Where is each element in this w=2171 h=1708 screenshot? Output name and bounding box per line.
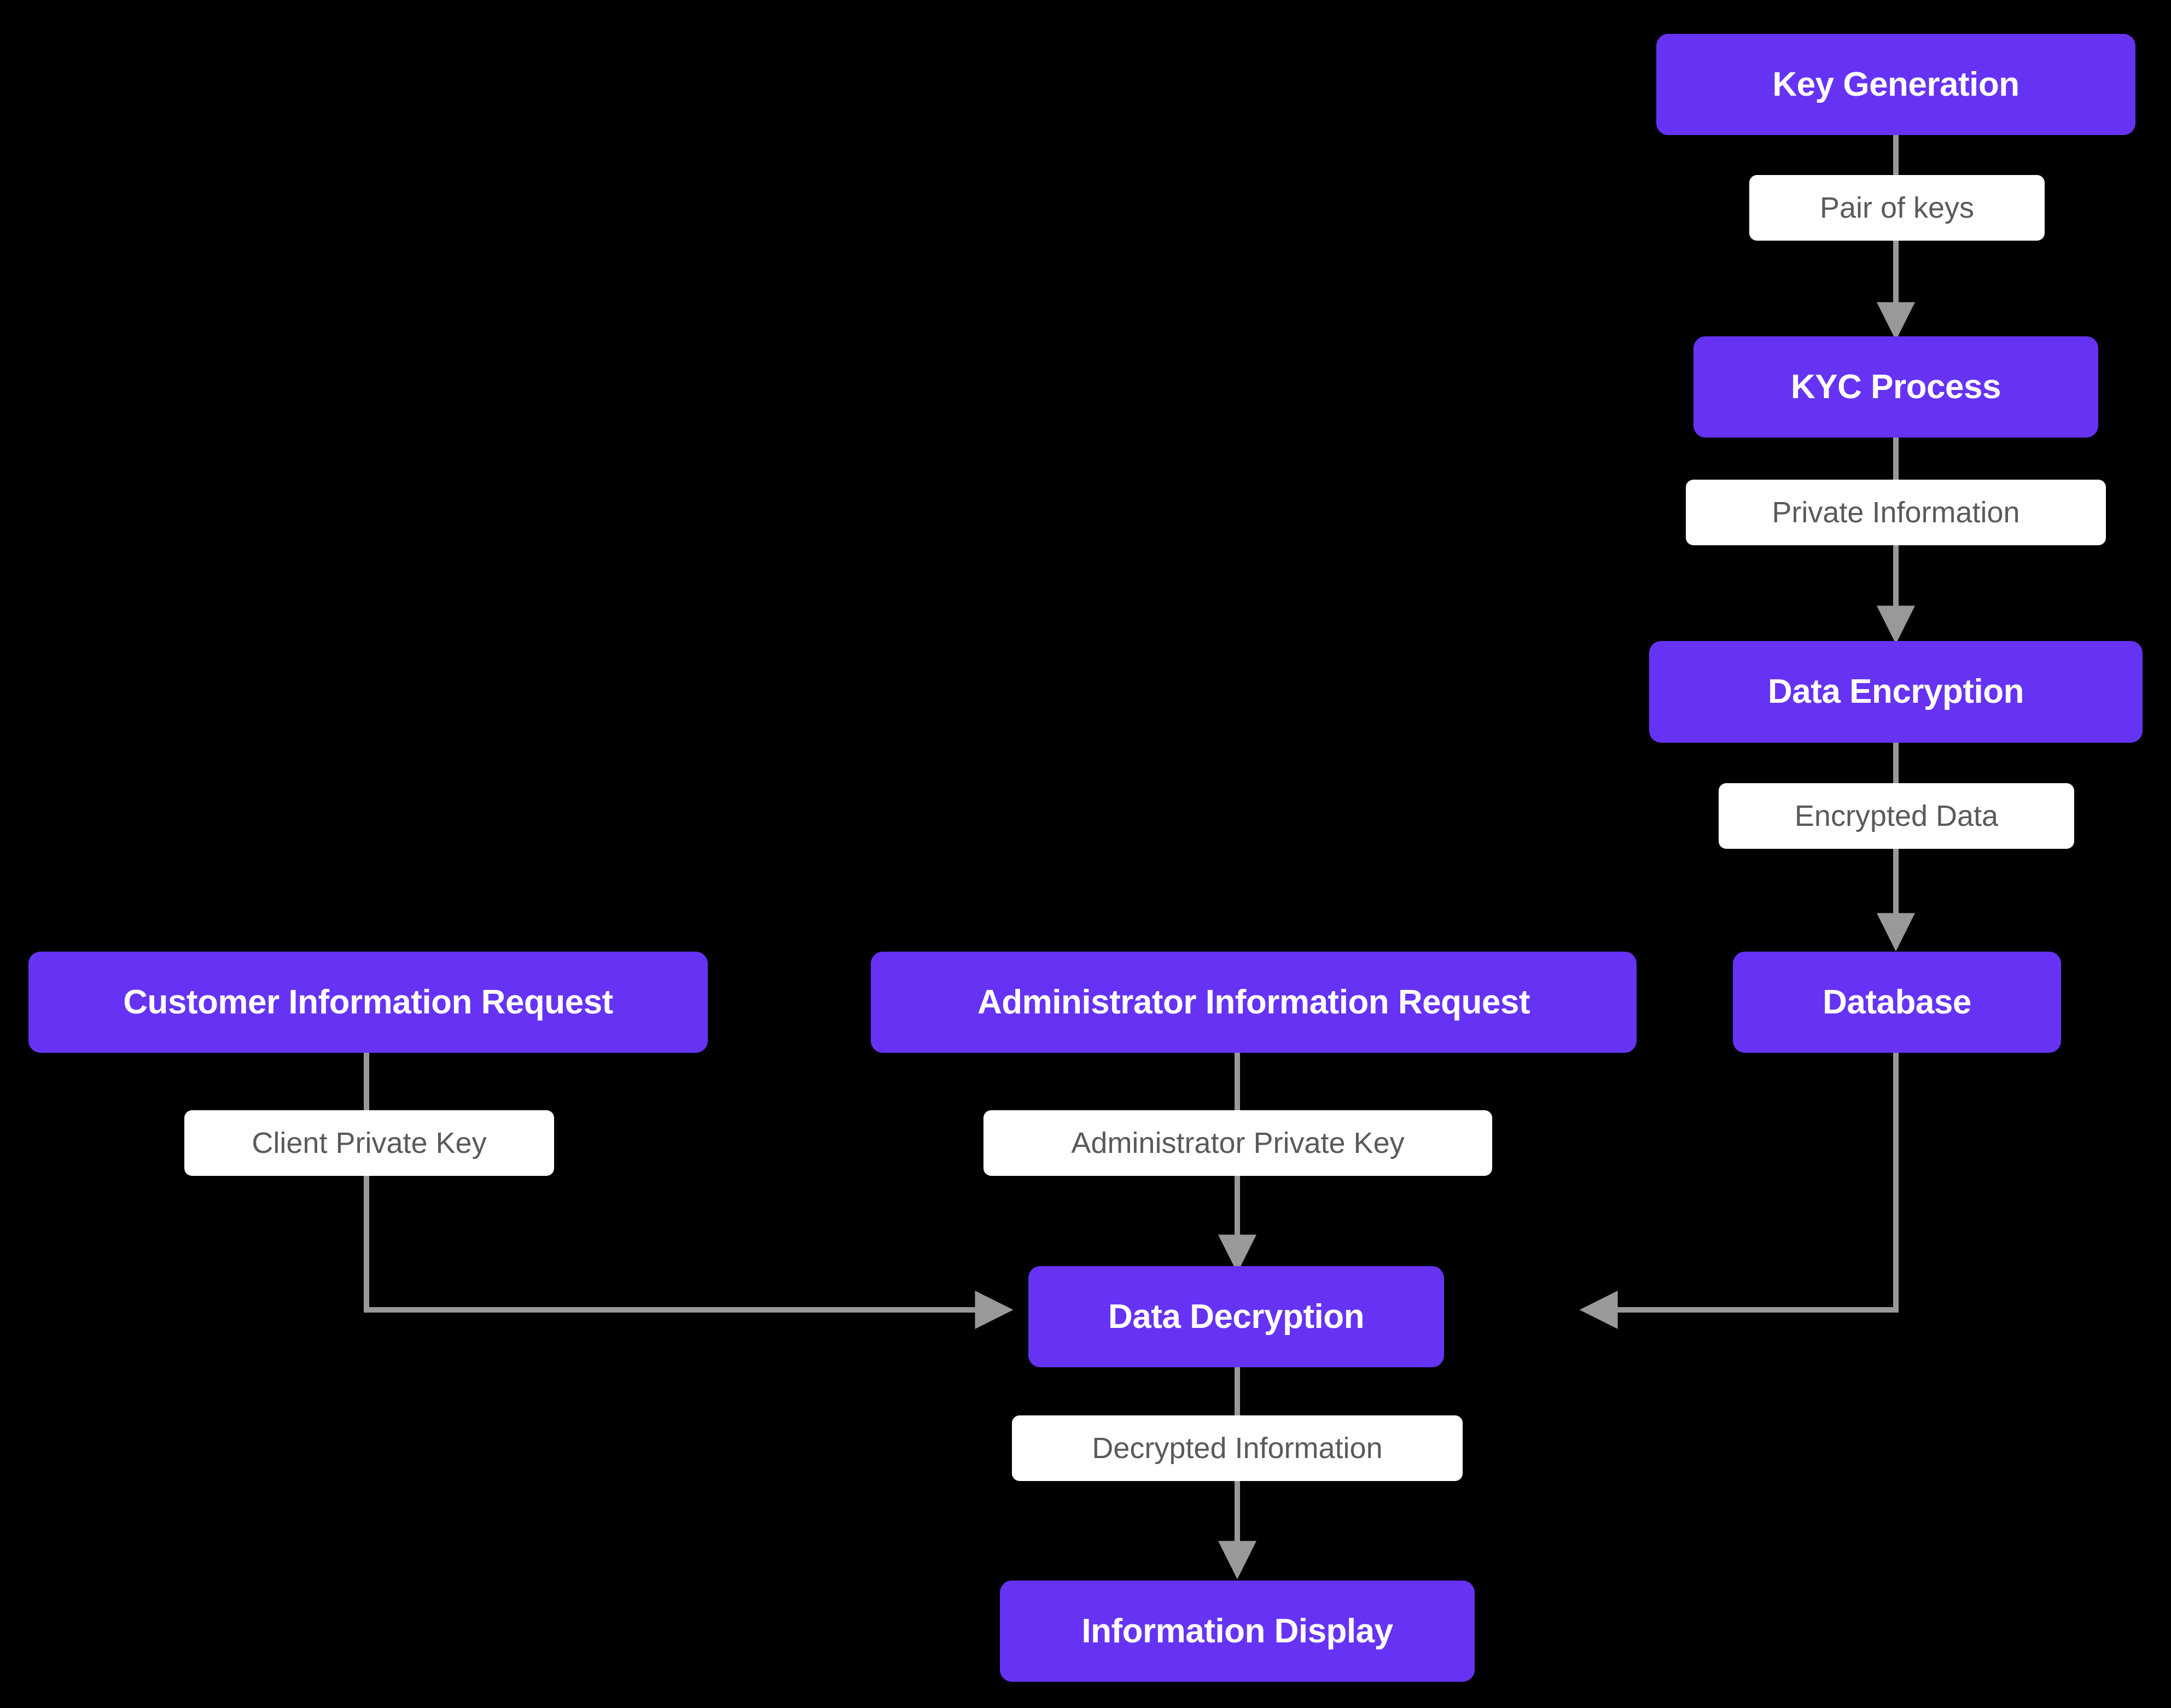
node-data-encryption-label: Data Encryption (1768, 673, 2024, 710)
edge-label-pair-of-keys-text: Pair of keys (1819, 191, 1975, 224)
edge-customer-request-to-data-decryption (364, 1053, 1014, 1329)
edge-label-administrator-private-key-text: Administrator Private Key (1071, 1127, 1405, 1159)
edge-label-private-information-text: Private Information (1772, 496, 2020, 529)
node-kyc-process[interactable]: KYC Process (1693, 336, 2098, 438)
node-data-decryption-label: Data Decryption (1108, 1297, 1364, 1336)
edge-label-administrator-private-key: Administrator Private Key (983, 1110, 1492, 1176)
node-customer-information-request-label: Customer Information Request (123, 983, 613, 1021)
node-data-decryption[interactable]: Data Decryption (1028, 1266, 1444, 1367)
edge-label-encrypted-data: Encrypted Data (1719, 783, 2074, 849)
node-administrator-information-request[interactable]: Administrator Information Request (871, 952, 1637, 1053)
edge-label-decrypted-information: Decrypted Information (1012, 1415, 1463, 1481)
edge-label-client-private-key-text: Client Private Key (252, 1127, 487, 1159)
node-key-generation[interactable]: Key Generation (1656, 34, 2135, 135)
edge-label-private-information: Private Information (1686, 480, 2106, 545)
edge-label-client-private-key: Client Private Key (184, 1110, 554, 1176)
node-database[interactable]: Database (1733, 952, 2061, 1053)
node-administrator-information-request-label: Administrator Information Request (977, 983, 1530, 1021)
node-key-generation-label: Key Generation (1772, 65, 2019, 103)
edge-label-decrypted-information-text: Decrypted Information (1092, 1432, 1383, 1465)
edge-label-pair-of-keys: Pair of keys (1749, 175, 2045, 241)
edge-label-encrypted-data-text: Encrypted Data (1794, 800, 1999, 832)
flowchart-canvas: Key Generation KYC Process Data Encrypti… (0, 0, 2171, 1708)
node-data-encryption[interactable]: Data Encryption (1649, 641, 2143, 743)
node-kyc-process-label: KYC Process (1791, 368, 2001, 406)
node-database-label: Database (1823, 983, 1971, 1021)
node-information-display-label: Information Display (1081, 1612, 1393, 1650)
node-customer-information-request[interactable]: Customer Information Request (28, 952, 708, 1053)
node-information-display[interactable]: Information Display (1000, 1581, 1475, 1682)
edge-database-to-data-decryption (1579, 1053, 1899, 1329)
